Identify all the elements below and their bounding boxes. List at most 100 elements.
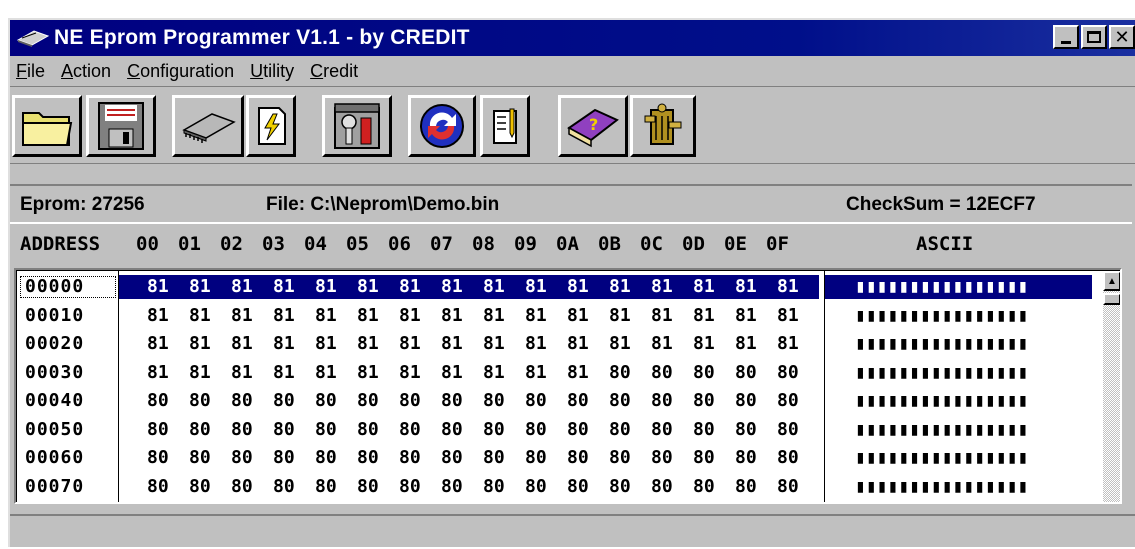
title-bar[interactable]: NE Eprom Programmer V1.1 - by CREDIT ✕ [10,20,1135,56]
scroll-thumb[interactable] [1103,293,1120,305]
byte-cell[interactable]: 81 [357,276,379,297]
byte-cell[interactable]: 80 [357,390,379,411]
byte-cell[interactable]: 81 [651,276,673,297]
byte-cell[interactable]: 80 [483,447,505,468]
address-cell[interactable]: 00040 [19,389,117,413]
byte-cell[interactable]: 81 [147,362,169,383]
byte-cell[interactable]: 81 [525,333,547,354]
byte-cell[interactable]: 80 [273,419,295,440]
byte-cell[interactable]: 80 [399,476,421,497]
byte-cell[interactable]: 81 [399,333,421,354]
byte-cell[interactable]: 80 [273,447,295,468]
byte-cell[interactable]: 80 [189,447,211,468]
byte-cell[interactable]: 80 [609,476,631,497]
table-row[interactable]: 00020 81 81 81 81 81 81 81 81 81 81 81 81 81 81 81 81 ▮▮▮… [17,332,1102,356]
ascii-cell[interactable]: ▮▮▮▮▮▮▮▮▮▮▮▮▮▮▮▮ [855,362,1028,383]
byte-cell[interactable]: 80 [273,390,295,411]
ascii-cell[interactable]: ▮▮▮▮▮▮▮▮▮▮▮▮▮▮▮▮ [855,476,1028,497]
address-cell[interactable]: 00030 [19,361,117,385]
byte-cell[interactable]: 80 [189,390,211,411]
byte-cell[interactable]: 80 [525,419,547,440]
byte-cell[interactable]: 80 [357,476,379,497]
menu-utility[interactable]: Utility [250,61,294,82]
ascii-cell[interactable]: ▮▮▮▮▮▮▮▮▮▮▮▮▮▮▮▮ [855,276,1028,297]
byte-cell[interactable]: 81 [147,333,169,354]
table-row[interactable]: 00030 81 81 81 81 81 81 81 81 81 81 81 80 80 80 80 80 ▮▮▮… [17,361,1102,385]
byte-cell[interactable]: 81 [483,276,505,297]
byte-cell[interactable]: 80 [777,390,799,411]
byte-cell[interactable]: 81 [189,333,211,354]
byte-cell[interactable]: 80 [231,390,253,411]
byte-cell[interactable]: 81 [399,362,421,383]
byte-cell[interactable]: 80 [147,419,169,440]
table-row[interactable]: 00050 80 80 80 80 80 80 80 80 80 80 80 80 80 80 80 80 ▮▮▮… [17,418,1102,442]
byte-cell[interactable]: 80 [273,476,295,497]
byte-cell[interactable]: 81 [483,305,505,326]
byte-cell[interactable]: 80 [735,447,757,468]
byte-cell[interactable]: 80 [441,476,463,497]
byte-cell[interactable]: 80 [567,476,589,497]
byte-cell[interactable]: 80 [693,476,715,497]
byte-cell[interactable]: 80 [231,447,253,468]
close-button[interactable]: ✕ [1109,25,1135,49]
byte-cell[interactable]: 81 [399,305,421,326]
byte-cell[interactable]: 80 [651,362,673,383]
byte-cell[interactable]: 80 [651,419,673,440]
byte-cell[interactable]: 81 [567,362,589,383]
byte-cell[interactable]: 80 [525,390,547,411]
byte-cell[interactable]: 80 [315,476,337,497]
help-button[interactable]: ? [558,95,628,157]
byte-cell[interactable]: 81 [273,333,295,354]
byte-cell[interactable]: 81 [357,362,379,383]
byte-cell[interactable]: 81 [735,333,757,354]
byte-cell[interactable]: 80 [609,419,631,440]
byte-cell[interactable]: 81 [651,333,673,354]
byte-cell[interactable]: 80 [609,447,631,468]
read-eprom-button[interactable] [172,95,244,157]
table-row[interactable]: 00070 80 80 80 80 80 80 80 80 80 80 80 80 80 80 80 80 ▮▮▮… [17,475,1102,499]
minimize-button[interactable] [1053,25,1079,49]
byte-cell[interactable]: 81 [273,362,295,383]
byte-cell[interactable]: 80 [693,419,715,440]
byte-cell[interactable]: 80 [777,419,799,440]
byte-cell[interactable]: 80 [693,447,715,468]
byte-cell[interactable]: 80 [567,447,589,468]
byte-cell[interactable]: 81 [231,276,253,297]
byte-cell[interactable]: 81 [483,333,505,354]
byte-cell[interactable]: 81 [357,305,379,326]
byte-cell[interactable]: 80 [147,447,169,468]
open-button[interactable] [12,95,82,157]
ascii-cell[interactable]: ▮▮▮▮▮▮▮▮▮▮▮▮▮▮▮▮ [855,419,1028,440]
vertical-scrollbar[interactable]: ▲ [1103,271,1120,502]
byte-cell[interactable]: 80 [693,390,715,411]
refresh-button[interactable] [408,95,476,157]
byte-cell[interactable]: 81 [777,305,799,326]
hex-grid[interactable]: ▲ 00000 81 81 81 81 81 81 81 81 81 81 81 81 81 81 81 81 ▮… [14,268,1122,504]
table-row[interactable]: 00060 80 80 80 80 80 80 80 80 80 80 80 80 80 80 80 80 ▮▮▮… [17,446,1102,470]
ascii-cell[interactable]: ▮▮▮▮▮▮▮▮▮▮▮▮▮▮▮▮ [855,333,1028,354]
byte-cell[interactable]: 80 [147,476,169,497]
byte-cell[interactable]: 80 [399,419,421,440]
edit-button[interactable] [480,95,530,157]
byte-cell[interactable]: 81 [231,305,253,326]
byte-cell[interactable]: 81 [609,333,631,354]
byte-cell[interactable]: 81 [693,305,715,326]
byte-cell[interactable]: 81 [189,276,211,297]
table-row[interactable]: 00010 81 81 81 81 81 81 81 81 81 81 81 81 81 81 81 81 ▮▮▮… [17,304,1102,328]
byte-cell[interactable]: 81 [273,305,295,326]
address-cell[interactable]: 00070 [19,475,117,499]
byte-cell[interactable]: 80 [357,447,379,468]
maximize-button[interactable] [1081,25,1107,49]
byte-cell[interactable]: 81 [567,333,589,354]
address-cell[interactable]: 00000 [19,275,117,299]
byte-cell[interactable]: 80 [315,419,337,440]
byte-cell[interactable]: 81 [777,333,799,354]
byte-cell[interactable]: 81 [441,333,463,354]
byte-cell[interactable]: 81 [525,276,547,297]
byte-cell[interactable]: 80 [735,419,757,440]
byte-cell[interactable]: 80 [525,447,547,468]
byte-cell[interactable]: 80 [231,419,253,440]
byte-cell[interactable]: 81 [315,276,337,297]
byte-cell[interactable]: 81 [735,305,757,326]
byte-cell[interactable]: 81 [441,276,463,297]
